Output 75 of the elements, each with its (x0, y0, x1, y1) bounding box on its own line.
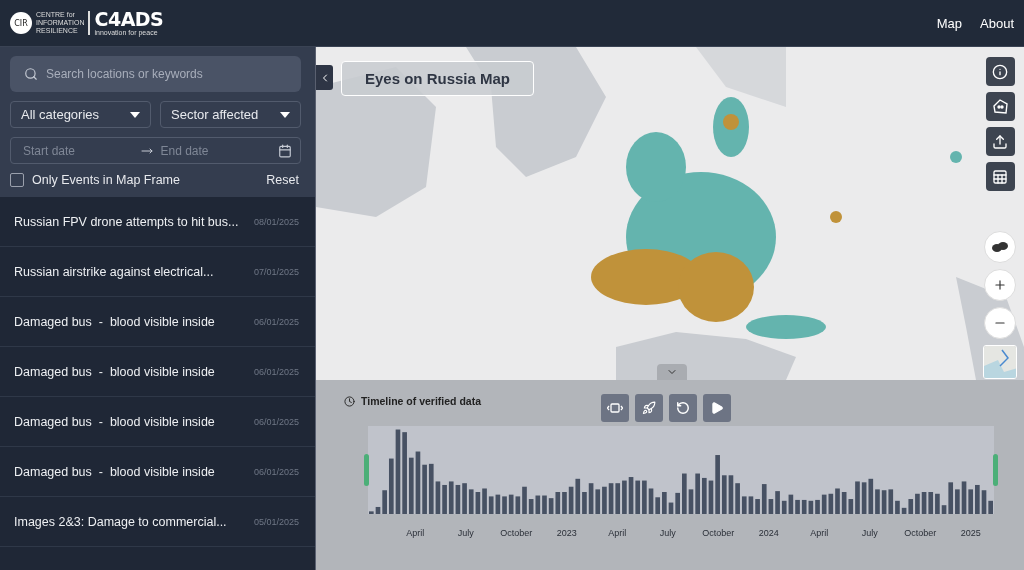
upload-button[interactable] (985, 127, 1015, 156)
checkbox-label: Only Events in Map Frame (32, 173, 180, 187)
dropdown[interactable]: All categories (10, 101, 151, 128)
play-icon (710, 401, 724, 415)
event-date: 06/01/2025 (253, 316, 299, 327)
event-title: Damaged bus - blood visible inside (14, 464, 215, 479)
axis-label: 2023 (555, 528, 578, 538)
event-title: Images 2&3: Damage to commercial... (14, 514, 227, 529)
axis-label: October (499, 528, 534, 538)
axis-label: 2025 (959, 528, 982, 538)
table-button[interactable] (985, 162, 1015, 191)
reset-view-button[interactable] (669, 394, 697, 422)
logo-wordmark: C4ADS (94, 10, 164, 29)
event-date: 06/01/2025 (253, 416, 299, 427)
range-handle[interactable] (364, 454, 369, 486)
date-range-field[interactable]: Start date End date (10, 137, 301, 164)
event-list-item[interactable]: Damaged bus - blood visible inside 06/01/2025 (0, 447, 315, 497)
axis-label: October (903, 528, 938, 538)
polygon-draw-button[interactable] (985, 92, 1015, 121)
collapse-button[interactable] (316, 65, 333, 90)
map-title: Eyes on Russia Map (341, 61, 534, 96)
axis-label: April (607, 528, 628, 538)
event-list-item[interactable]: Damaged bus - blood visible inside 06/01/2025 (0, 297, 315, 347)
axis-label: 2024 (757, 528, 780, 538)
event-title: Damaged bus - blood visible inside (14, 364, 215, 379)
search-icon (24, 67, 38, 81)
axis-label: April (405, 528, 426, 538)
axis-label: July (658, 528, 677, 538)
axis-label: October (701, 528, 736, 538)
event-list-item[interactable]: Images 2&3: Damage to commercial... 05/01/2025 (0, 497, 315, 547)
nav-link[interactable]: Map (936, 15, 962, 31)
event-date: 06/01/2025 (253, 466, 299, 477)
frame-icon (607, 402, 623, 414)
reset-button[interactable]: Reset (264, 173, 301, 187)
rocket-button[interactable] (635, 394, 663, 422)
layers-icon (991, 241, 1009, 253)
event-title: Russian FPV drone attempts to hit bus... (14, 214, 239, 229)
event-list-item[interactable]: Damaged bus - blood visible inside 06/01/2025 (0, 347, 315, 397)
event-title: Damaged bus - blood visible inside (14, 314, 215, 329)
fit-range-button[interactable] (601, 394, 629, 422)
event-title: Damaged bus - blood visible inside (14, 414, 215, 429)
dropdown-caret-icon (280, 111, 290, 118)
axis-label: July (860, 528, 879, 538)
dropdown[interactable]: Sector affected (160, 101, 301, 128)
axis-label: April (809, 528, 830, 538)
logo-badge: CIR (10, 12, 32, 34)
event-date: 08/01/2025 (253, 216, 299, 227)
info-button[interactable] (985, 57, 1015, 86)
minimap-picture-icon (984, 346, 1016, 378)
event-date: 06/01/2025 (253, 366, 299, 377)
nav-link[interactable]: About (980, 15, 1014, 31)
checkbox[interactable] (10, 173, 24, 187)
event-list-item[interactable]: Russian airstrike against electrical... 07/01/2025 (0, 247, 315, 297)
event-date: 07/01/2025 (253, 266, 299, 277)
calendar-icon (278, 143, 292, 158)
axis-label: July (456, 528, 475, 538)
event-list-item[interactable]: Russian FPV drone attempts to hit bus... 08/01/2025 (0, 197, 315, 247)
event-title: Russian airstrike against electrical... (14, 264, 214, 279)
info-icon (992, 63, 1008, 80)
dropdown-caret-icon (130, 111, 140, 118)
clock-icon (344, 395, 355, 407)
search-field[interactable]: Search locations or keywords (10, 56, 301, 92)
range-handle[interactable] (993, 454, 998, 486)
end-date-field[interactable]: End date (158, 142, 272, 159)
event-date: 05/01/2025 (253, 516, 299, 527)
table-icon (992, 168, 1008, 185)
plus-icon (993, 278, 1007, 292)
start-date-field[interactable]: Start date (21, 142, 135, 159)
polygon-icon (991, 97, 1009, 116)
upload-icon (992, 133, 1008, 150)
event-list-item[interactable]: Damaged bus - blood visible inside 06/01/2025 (0, 397, 315, 447)
rocket-icon (642, 401, 656, 415)
play-button[interactable] (703, 394, 731, 422)
rotate-icon (676, 401, 690, 415)
timeline-title: Timeline of verified data (361, 395, 481, 407)
